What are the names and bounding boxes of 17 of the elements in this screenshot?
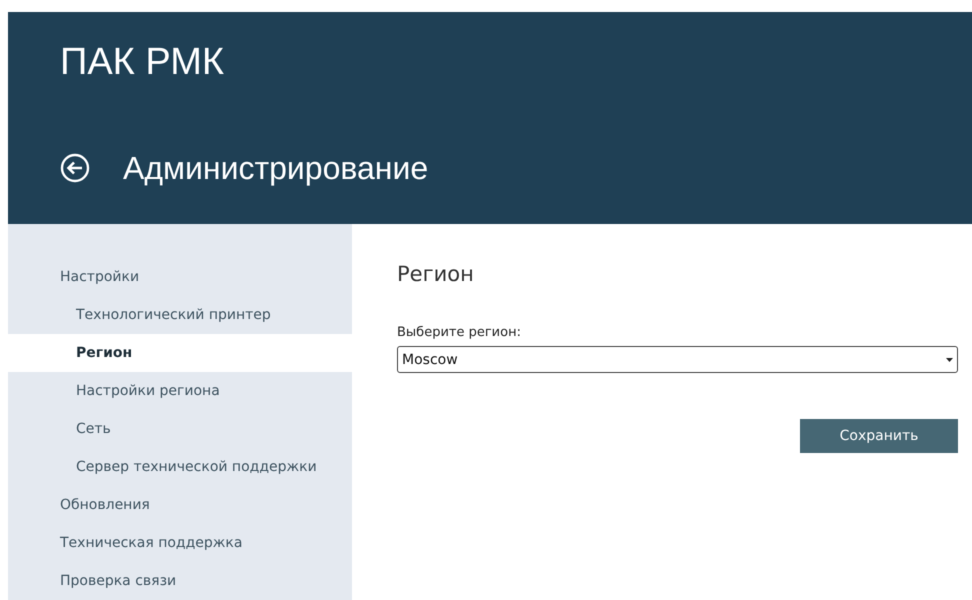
field-label: Выберите регион: [397, 324, 522, 342]
sidebar-item[interactable]: Сеть [8, 410, 352, 448]
region-dropdown[interactable]: Moscow [397, 346, 958, 373]
sidebar-item[interactable]: Проверка связи [8, 562, 352, 600]
sidebar-item[interactable]: Технологический принтер [8, 296, 352, 334]
sidebar-item[interactable]: Сервер технической поддержки [8, 448, 352, 486]
section-title: Регион [397, 261, 475, 288]
sidebar-item[interactable]: Настройки [8, 258, 352, 296]
app-title: ПАК РМК [60, 40, 226, 84]
sidebar-item[interactable]: Техническая поддержка [8, 524, 352, 562]
back-icon[interactable] [60, 153, 90, 183]
sidebar-item[interactable]: Регион [8, 334, 352, 372]
caret-icon [946, 358, 953, 362]
page-title: Администрирование [123, 149, 428, 188]
save-button[interactable]: Сохранить [800, 419, 958, 453]
sidebar-item[interactable]: Обновления [8, 486, 352, 524]
sidebar-item[interactable]: Настройки региона [8, 372, 352, 410]
